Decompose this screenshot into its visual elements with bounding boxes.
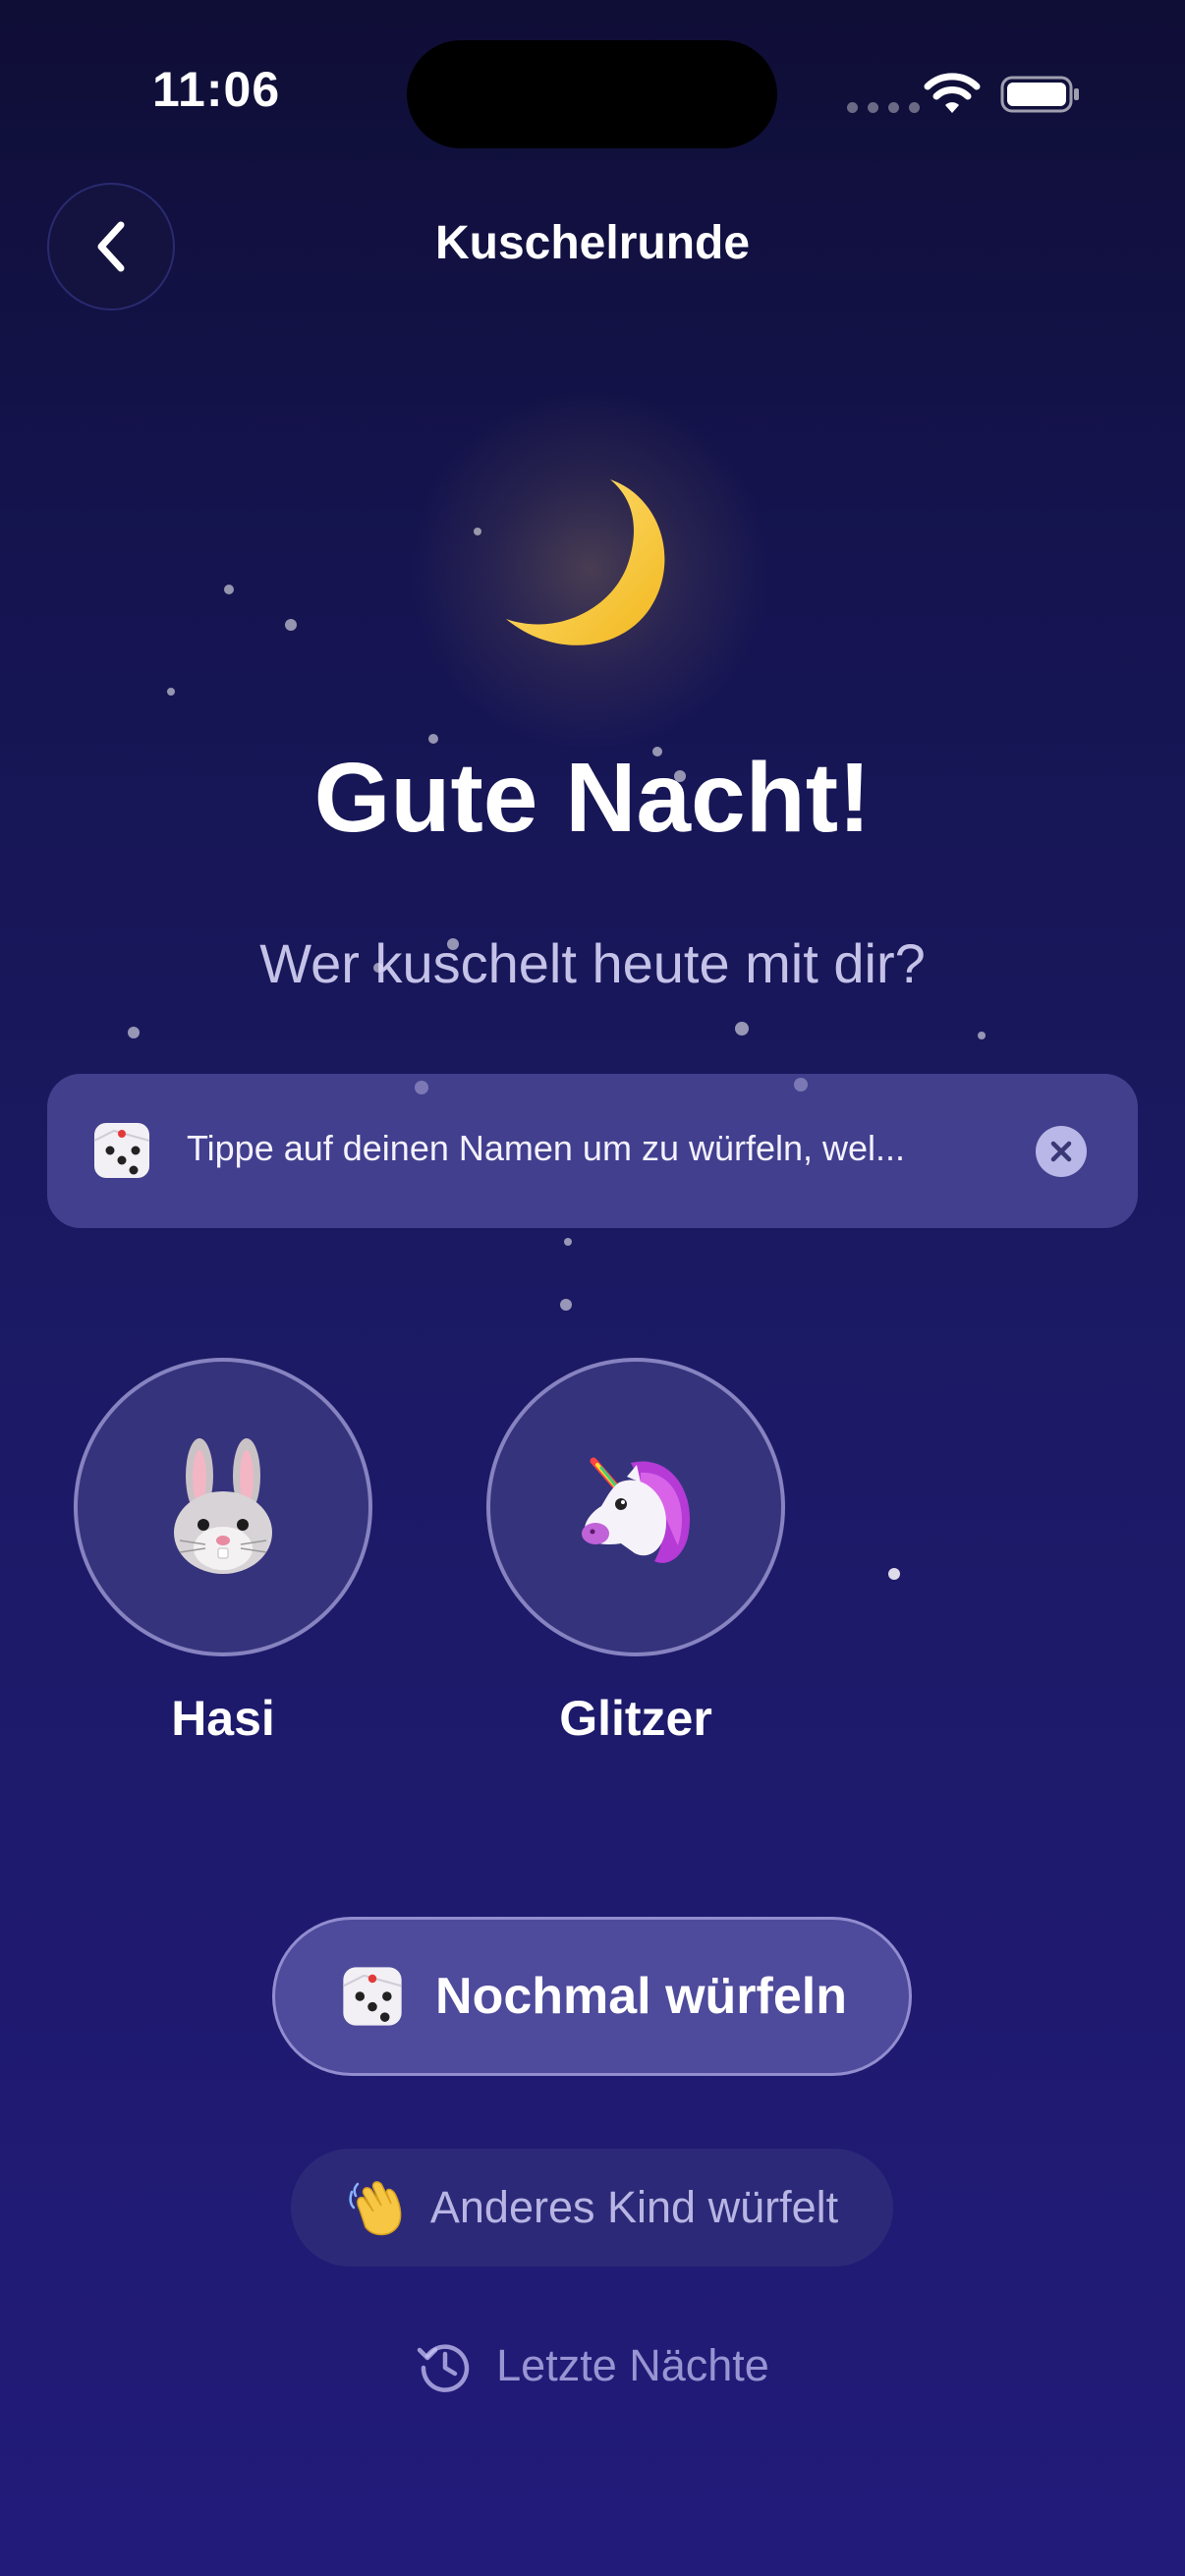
other-child-label: Anderes Kind würfelt bbox=[429, 2182, 839, 2232]
star-decoration bbox=[564, 1238, 572, 1246]
subline: Wer kuschelt heute mit dir? bbox=[259, 932, 926, 994]
cellular-signal-icon bbox=[847, 102, 920, 113]
dice-icon bbox=[93, 1123, 150, 1178]
headline: Gute Nacht! bbox=[313, 743, 872, 853]
star-decoration bbox=[888, 1568, 900, 1580]
kid-name[interactable]: Hasi bbox=[74, 1690, 372, 1747]
star-decoration bbox=[560, 1299, 572, 1311]
dice-icon bbox=[342, 1967, 402, 2026]
history-link[interactable]: Letzte Nächte bbox=[0, 2336, 1185, 2395]
crescent-moon-icon bbox=[506, 479, 665, 645]
star-decoration bbox=[128, 1027, 140, 1038]
status-time: 11:06 bbox=[152, 62, 281, 117]
star-decoration bbox=[285, 619, 297, 631]
dynamic-island bbox=[407, 40, 777, 148]
close-icon bbox=[1050, 1141, 1072, 1162]
hint-text: Tippe auf deinen Namen um zu würfeln, we… bbox=[187, 1128, 906, 1168]
reroll-button[interactable]: Nochmal würfeln bbox=[272, 1917, 912, 2076]
history-label: Letzte Nächte bbox=[496, 2340, 769, 2390]
hint-banner: Tippe auf deinen Namen um zu würfeln, we… bbox=[47, 1074, 1138, 1228]
rabbit-icon bbox=[174, 1438, 272, 1574]
kid-avatar-glitzer[interactable] bbox=[486, 1358, 785, 1656]
star-decoration bbox=[735, 1022, 749, 1036]
star-decoration bbox=[167, 688, 175, 696]
star-decoration bbox=[224, 585, 234, 594]
history-icon bbox=[417, 2344, 470, 2392]
kid-name[interactable]: Glitzer bbox=[486, 1690, 785, 1747]
hint-close-button[interactable] bbox=[1036, 1126, 1087, 1177]
battery-icon bbox=[1000, 76, 1079, 113]
page-title: Kuschelrunde bbox=[434, 217, 751, 269]
other-child-button[interactable]: Anderes Kind würfelt bbox=[291, 2149, 893, 2267]
unicorn-icon bbox=[582, 1457, 691, 1563]
waving-hand-icon bbox=[349, 2181, 402, 2236]
kid-avatar-hasi[interactable] bbox=[74, 1358, 372, 1656]
star-decoration bbox=[978, 1032, 986, 1039]
reroll-label: Nochmal würfeln bbox=[435, 1968, 847, 2025]
wifi-icon bbox=[924, 73, 981, 113]
